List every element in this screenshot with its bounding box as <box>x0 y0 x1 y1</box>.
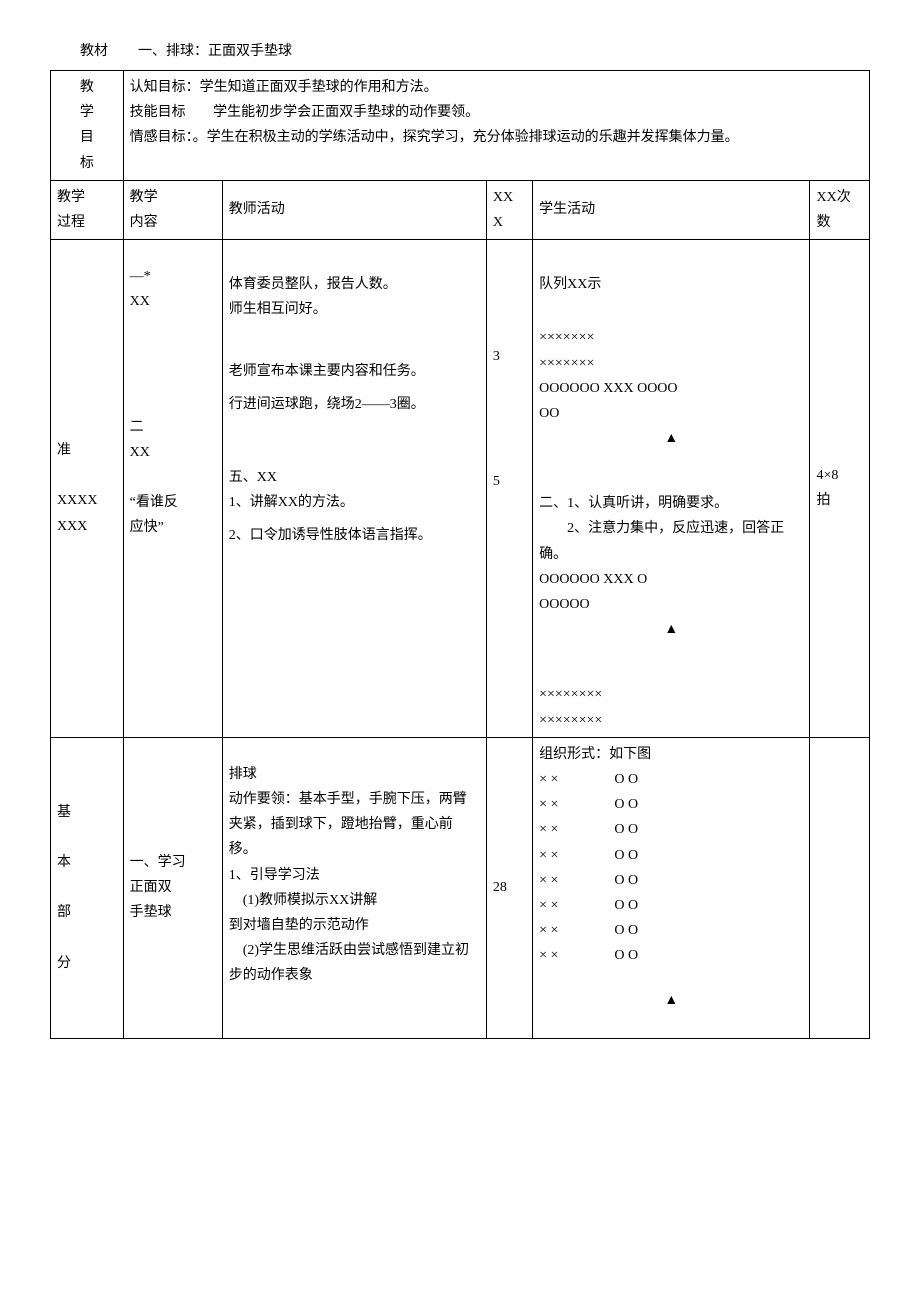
material-label: 教材 <box>80 40 108 60</box>
triangle-icon: ▲ <box>539 426 803 451</box>
basic-teacher-f: (2)学生思维活跃由尝试感悟到建立初步的动作表象 <box>229 938 480 988</box>
basic-teacher-d: (1)教师模拟示XX讲解 <box>229 888 480 913</box>
prep-student: 队列XX示 ××××××× ××××××× OOOOOO XXX OOOO OO… <box>533 240 810 738</box>
formation-row: × × O O <box>539 817 803 842</box>
material-text: 一、排球：正面双手垫球 <box>138 40 292 60</box>
basic-content: 一、学习 正面双 手垫球 <box>123 737 222 1038</box>
prep-student2d: ×××××××× ×××××××× <box>539 682 803 732</box>
th-time: XX X <box>486 180 532 239</box>
goal-emotion: 情感目标：。学生在积极主动的学练活动中，探究学习，充分体验排球运动的乐趣并发挥集… <box>130 125 863 150</box>
prep-student2a: 二、1、认真听讲，明确要求。 <box>539 491 803 516</box>
formation-row: × × O O <box>539 767 803 792</box>
prep-count: 4×8 拍 <box>810 240 870 738</box>
prep-time1: 3 <box>493 344 526 369</box>
formation-row: × × O O <box>539 868 803 893</box>
prep-process: 准 XXXX XXX <box>51 240 124 738</box>
prep-teacher: 体育委员整队，报告人数。 师生相互问好。 老师宣布本课主要内容和任务。 行进间运… <box>222 240 486 738</box>
formation-row: × × O O <box>539 918 803 943</box>
prep-student1a: 队列XX示 <box>539 272 803 297</box>
header-line: 教材 一、排球：正面双手垫球 <box>50 40 870 60</box>
prep-teacher1b: 老师宣布本课主要内容和任务。 <box>229 359 480 384</box>
prep-student2b: 2、注意力集中，反应迅速，回答正确。 <box>539 516 803 566</box>
prep-teacher2c: 2、口令加诱导性肢体语言指挥。 <box>229 523 480 548</box>
th-content: 教学 内容 <box>123 180 222 239</box>
th-process: 教学 过程 <box>51 180 124 239</box>
basic-row: 基 本 部 分 一、学习 正面双 手垫球 排球 动作要领：基本手型，手腕下压，两… <box>51 737 870 1038</box>
basic-time: 28 <box>486 737 532 1038</box>
basic-process: 基 本 部 分 <box>51 737 124 1038</box>
table-header-row: 教学 过程 教学 内容 教师活动 XX X 学生活动 XX次 数 <box>51 180 870 239</box>
goals-content: 认知目标：学生知道正面双手垫球的作用和方法。 技能目标 学生能初步学会正面双手垫… <box>123 71 869 181</box>
basic-teacher-a: 排球 <box>229 762 480 787</box>
triangle-icon: ▲ <box>539 988 803 1013</box>
basic-teacher: 排球 动作要领：基本手型，手腕下压，两臂夹紧，插到球下，蹬地抬臂，重心前移。 1… <box>222 737 486 1038</box>
basic-teacher-b: 动作要领：基本手型，手腕下压，两臂夹紧，插到球下，蹬地抬臂，重心前移。 <box>229 787 480 863</box>
prep-student1c: OOOOOO XXX OOOO OO <box>539 376 803 426</box>
basic-student-head: 组织形式：如下图 <box>539 742 803 767</box>
th-teacher: 教师活动 <box>222 180 486 239</box>
prep-teacher1a: 体育委员整队，报告人数。 师生相互问好。 <box>229 272 480 322</box>
prep-teacher2a: 五、XX <box>229 465 480 490</box>
prep-content: —* XX 二 XX “看谁反 应快” <box>123 240 222 738</box>
th-count: XX次 数 <box>810 180 870 239</box>
prep-time: 3 5 <box>486 240 532 738</box>
goal-skill: 技能目标 学生能初步学会正面双手垫球的动作要领。 <box>130 100 863 125</box>
formation-row: × × O O <box>539 843 803 868</box>
prep-row: 准 XXXX XXX —* XX 二 XX “看谁反 应快” 体育委员整队，报告… <box>51 240 870 738</box>
prep-student2c: OOOOOO XXX O OOOOO <box>539 567 803 617</box>
goals-label: 教 学 目 标 <box>51 71 124 181</box>
formation-row: × × O O <box>539 943 803 968</box>
formation-row: × × O O <box>539 893 803 918</box>
basic-teacher-c: 1、引导学习法 <box>229 863 480 888</box>
prep-student1b: ××××××× ××××××× <box>539 325 803 375</box>
lesson-plan-table: 教 学 目 标 认知目标：学生知道正面双手垫球的作用和方法。 技能目标 学生能初… <box>50 70 870 1039</box>
formation-row: × × O O <box>539 792 803 817</box>
prep-teacher1c: 行进间运球跑，绕场2——3圈。 <box>229 392 480 417</box>
basic-teacher-e: 到对墙自垫的示范动作 <box>229 913 480 938</box>
prep-content2: 二 XX “看谁反 应快” <box>130 415 216 541</box>
prep-time2: 5 <box>493 469 526 494</box>
prep-content1: —* XX <box>130 264 216 314</box>
basic-count <box>810 737 870 1038</box>
goals-row: 教 学 目 标 认知目标：学生知道正面双手垫球的作用和方法。 技能目标 学生能初… <box>51 71 870 181</box>
prep-teacher2b: 1、讲解XX的方法。 <box>229 490 480 515</box>
triangle-icon: ▲ <box>539 617 803 642</box>
th-student: 学生活动 <box>533 180 810 239</box>
basic-student: 组织形式：如下图 × × O O × × O O × × O O × × O O… <box>533 737 810 1038</box>
goal-cognitive: 认知目标：学生知道正面双手垫球的作用和方法。 <box>130 75 863 100</box>
